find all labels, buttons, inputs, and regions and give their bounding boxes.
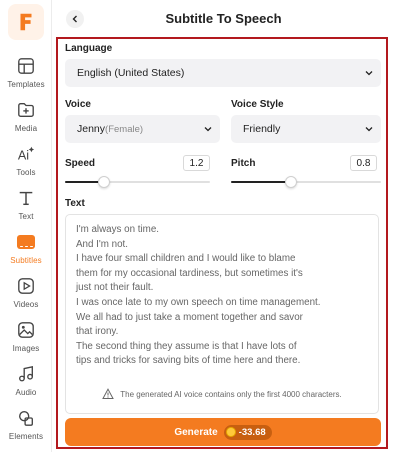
app-logo[interactable] [8, 4, 44, 40]
notice-text: The generated AI voice contains only the… [120, 389, 342, 399]
speed-value-input[interactable]: 1.2 [183, 155, 210, 171]
character-limit-notice: The generated AI voice contains only the… [58, 388, 386, 400]
generate-label: Generate [174, 426, 218, 438]
sidebar-item-label: Templates [7, 80, 45, 89]
sidebar-item-subtitles[interactable]: Subtitles [0, 228, 52, 272]
language-select[interactable]: English (United States) [65, 59, 381, 87]
sidebar-item-images[interactable]: Images [0, 316, 52, 360]
speed-slider[interactable] [65, 176, 210, 188]
page-title: Subtitle To Speech [165, 11, 282, 26]
voice-style-select[interactable]: Friendly [231, 115, 381, 143]
videos-icon [16, 276, 36, 296]
voice-label: Voice [65, 99, 91, 110]
text-line: And I'm not. [76, 238, 128, 250]
voice-gender: (Female) [105, 123, 144, 135]
media-icon [16, 100, 36, 120]
slider-handle[interactable] [98, 176, 110, 188]
sidebar-item-label: Images [12, 344, 40, 353]
chevron-down-icon [365, 71, 373, 76]
pitch-slider[interactable] [231, 176, 381, 188]
sidebar-item-label: Media [14, 124, 38, 133]
sidebar-item-audio[interactable]: Audio [0, 360, 52, 404]
sidebar-item-label: Text [18, 212, 34, 221]
coin-icon [225, 427, 236, 437]
voice-select[interactable]: Jenny (Female) [65, 115, 220, 143]
sidebar-item-tools[interactable]: Ai Tools [0, 140, 52, 184]
text-input[interactable]: I'm always on time. And I'm not. I have … [65, 214, 379, 414]
ai-tools-icon: Ai [16, 144, 36, 164]
language-label: Language [65, 43, 113, 54]
sidebar-item-text[interactable]: Text [0, 184, 52, 228]
text-line: them for my occasional tardiness, but so… [76, 267, 303, 279]
logo-f-icon [20, 13, 32, 31]
sidebar-item-label: Tools [16, 168, 36, 177]
sidebar-item-videos[interactable]: Videos [0, 272, 52, 316]
pitch-label: Pitch [231, 158, 256, 169]
sidebar-item-label: Audio [15, 388, 37, 397]
slider-fill [231, 181, 291, 183]
voice-style-value: Friendly [243, 123, 281, 135]
text-line: I was once late to my own speech on time… [76, 296, 321, 308]
voice-name: Jenny [77, 123, 106, 135]
subtitle-to-speech-panel: Language English (United States) Voice J… [56, 37, 388, 449]
sidebar-item-label: Elements [8, 432, 44, 441]
text-icon [16, 188, 36, 208]
language-value: English (United States) [77, 67, 185, 79]
text-line: We all had to just take a moment togethe… [76, 311, 303, 323]
warning-icon [102, 388, 115, 399]
credit-cost-value: -33.68 [238, 426, 266, 438]
text-line: I'm always on time. [76, 224, 159, 235]
sidebar-item-elements[interactable]: Elements [0, 404, 52, 448]
slider-handle[interactable] [285, 176, 297, 188]
text-line: that irony. [76, 326, 119, 338]
sidebar-item-media[interactable]: Media [0, 96, 52, 140]
elements-icon [16, 408, 36, 428]
text-line: I have four small children and I would l… [76, 253, 296, 265]
text-label: Text [65, 198, 85, 209]
text-line: The second thing they assume is that I h… [76, 340, 297, 352]
text-line: tips and tricks for saving bits of time … [76, 355, 301, 367]
credit-cost-badge: -33.68 [223, 424, 272, 440]
templates-icon [16, 56, 36, 76]
panel-header: Subtitle To Speech [52, 0, 395, 36]
audio-icon [16, 364, 36, 384]
pitch-value-input[interactable]: 0.8 [350, 155, 377, 171]
images-icon [16, 320, 36, 340]
sidebar-item-label: Videos [13, 300, 39, 309]
subtitles-icon [16, 232, 36, 252]
sidebar-item-label: Subtitles [10, 256, 42, 265]
generate-button[interactable]: Generate -33.68 [65, 418, 381, 446]
chevron-down-icon [365, 127, 373, 132]
voice-style-label: Voice Style [231, 99, 284, 110]
sidebar-item-templates[interactable]: Templates [0, 52, 52, 96]
text-line: just not their fault. [76, 282, 154, 294]
chevron-down-icon [204, 127, 212, 132]
left-sidebar: Templates Media Ai Tools Text Subtitles … [0, 0, 52, 452]
svg-text:Ai: Ai [18, 148, 29, 162]
speed-label: Speed [65, 158, 96, 169]
